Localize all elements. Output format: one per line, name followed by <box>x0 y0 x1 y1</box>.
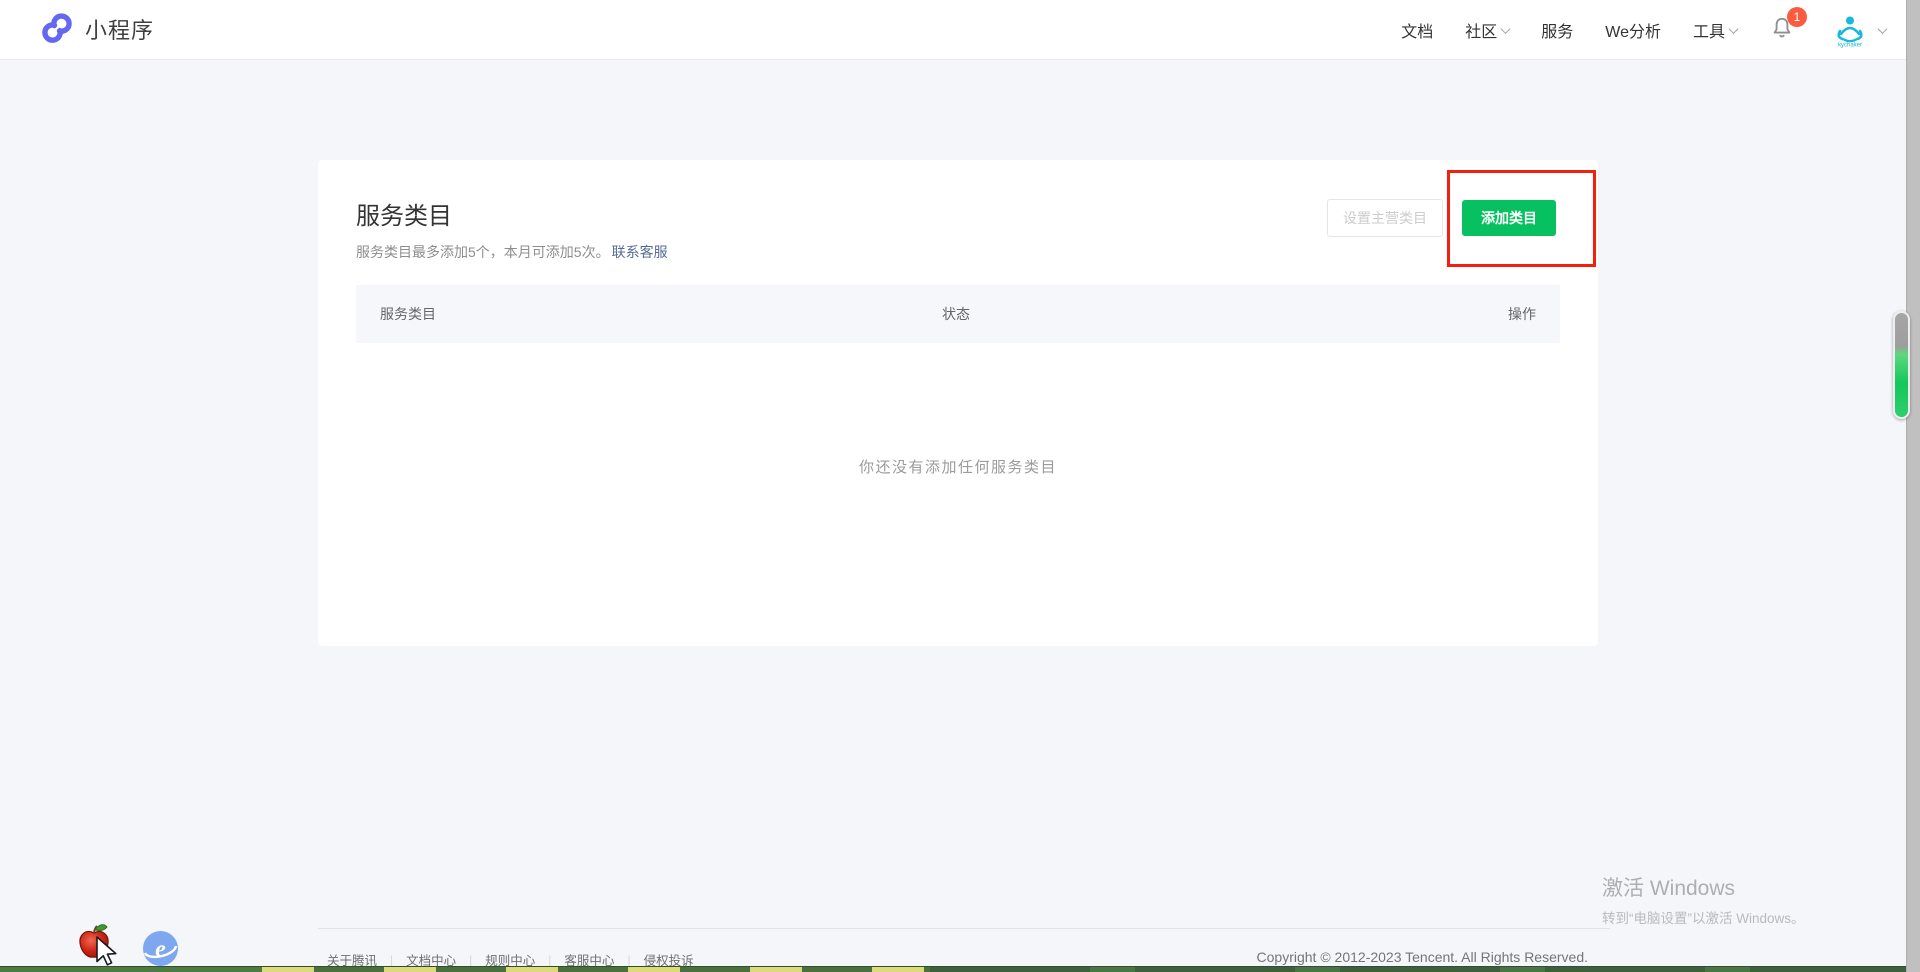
chevron-down-icon <box>1501 24 1511 34</box>
background-taskbar-strip <box>0 966 1920 972</box>
screen: 小程序 文档 社区 服务 We分析 工具 <box>0 0 1920 972</box>
column-header-status: 状态 <box>942 285 970 343</box>
nav-item-service[interactable]: 服务 <box>1541 18 1573 42</box>
chevron-down-icon <box>1878 24 1888 34</box>
nav-item-tools[interactable]: 工具 <box>1693 18 1737 42</box>
notification-bell-button[interactable]: 1 <box>1769 13 1799 47</box>
notification-badge: 1 <box>1787 7 1807 27</box>
column-header-action: 操作 <box>1508 285 1536 343</box>
service-category-card: 服务类目 服务类目最多添加5个，本月可添加5次。联系客服 设置主营类目 添加类目… <box>318 160 1598 646</box>
svg-text:kychaker: kychaker <box>1838 43 1862 49</box>
nav-item-docs[interactable]: 文档 <box>1401 18 1433 42</box>
set-main-category-button[interactable]: 设置主营类目 <box>1327 199 1443 237</box>
column-header-category: 服务类目 <box>380 285 436 343</box>
add-category-button[interactable]: 添加类目 <box>1462 200 1556 236</box>
copyright-text: Copyright © 2012-2023 Tencent. All Right… <box>1232 949 1588 965</box>
empty-state-text: 你还没有添加任何服务类目 <box>318 456 1598 477</box>
scrollbar-thumb[interactable] <box>1893 311 1910 419</box>
table-header-row: 服务类目 状态 操作 <box>356 285 1560 343</box>
footer-divider <box>318 928 1610 929</box>
top-nav: 文档 社区 服务 We分析 工具 <box>1401 0 1886 60</box>
mouse-cursor-arrow <box>94 936 118 968</box>
page-title: 服务类目 <box>356 196 452 231</box>
account-menu[interactable]: kychaker <box>1831 11 1886 49</box>
svg-text:e: e <box>155 937 166 963</box>
brand-title: 小程序 <box>85 13 154 45</box>
internet-explorer-icon[interactable]: e <box>142 930 179 967</box>
nav-item-community[interactable]: 社区 <box>1465 18 1509 42</box>
scrollbar-track[interactable] <box>1906 0 1920 972</box>
contact-support-link[interactable]: 联系客服 <box>612 244 668 260</box>
page-subtitle: 服务类目最多添加5个，本月可添加5次。联系客服 <box>356 242 668 262</box>
windows-activation-watermark: 激活 Windows 转到“电脑设置”以激活 Windows。 <box>1602 872 1805 927</box>
brand[interactable]: 小程序 <box>40 12 154 46</box>
nav-item-we-analytics[interactable]: We分析 <box>1605 18 1661 42</box>
weapp-logo-icon <box>40 12 74 46</box>
avatar-kychaker-logo: kychaker <box>1831 11 1869 49</box>
chevron-down-icon <box>1729 24 1739 34</box>
top-header-bar: 小程序 文档 社区 服务 We分析 工具 <box>0 0 1920 60</box>
